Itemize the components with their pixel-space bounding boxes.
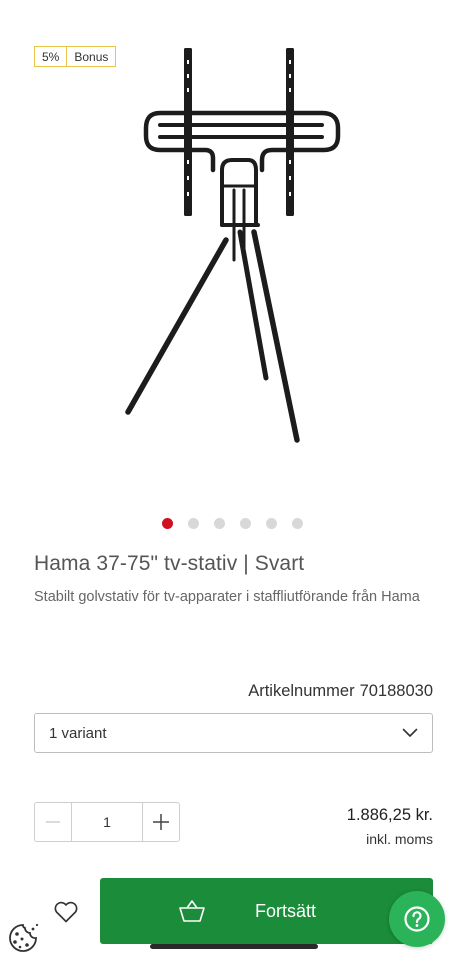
tv-stand-image[interactable]	[100, 40, 370, 460]
article-number-label: Artikelnummer	[248, 682, 355, 700]
product-subtitle: Stabilt golvstativ för tv-apparater i st…	[34, 589, 420, 605]
home-indicator	[150, 944, 318, 949]
carousel-dot-3[interactable]	[214, 518, 225, 529]
product-price: 1.886,25 kr.	[346, 806, 433, 824]
chevron-down-icon	[402, 728, 418, 737]
article-number: Artikelnummer 70188030	[248, 682, 433, 701]
image-carousel-dots	[0, 518, 467, 529]
carousel-dot-5[interactable]	[266, 518, 277, 529]
quantity-input[interactable]: 1	[72, 803, 142, 841]
price-vat-note: inkl. moms	[366, 831, 433, 847]
heart-icon[interactable]	[53, 900, 79, 924]
variant-select[interactable]: 1 variant	[34, 713, 433, 753]
quantity-decrease-button[interactable]	[35, 803, 72, 841]
carousel-dot-4[interactable]	[240, 518, 251, 529]
help-button[interactable]	[389, 891, 445, 947]
carousel-dot-6[interactable]	[292, 518, 303, 529]
article-number-value: 70188030	[359, 682, 433, 700]
cookie-icon[interactable]	[6, 922, 40, 952]
product-title: Hama 37-75" tv-stativ | Svart	[34, 552, 305, 575]
continue-button[interactable]: Fortsätt	[100, 878, 433, 944]
basket-icon	[179, 900, 205, 922]
variant-select-value: 1 variant	[49, 724, 107, 742]
carousel-dot-2[interactable]	[188, 518, 199, 529]
bonus-percent: 5%	[35, 47, 68, 66]
continue-button-label: Fortsätt	[254, 900, 316, 921]
help-icon	[404, 906, 430, 932]
plus-icon	[153, 814, 169, 830]
quantity-increase-button[interactable]	[142, 803, 179, 841]
quantity-stepper: 1	[34, 802, 180, 842]
carousel-dot-1[interactable]	[162, 518, 173, 529]
minus-icon	[46, 821, 60, 823]
